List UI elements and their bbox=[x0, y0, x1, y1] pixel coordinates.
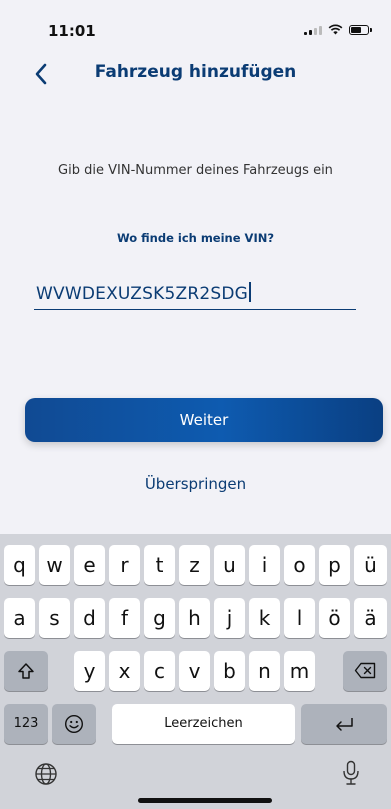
key-r[interactable]: r bbox=[109, 545, 140, 585]
return-key[interactable] bbox=[301, 704, 387, 744]
vin-input[interactable]: WVWDEXUZSK5ZR2SDG bbox=[34, 280, 356, 310]
key-j[interactable]: j bbox=[214, 598, 245, 638]
status-icons bbox=[304, 24, 372, 35]
key-x[interactable]: x bbox=[109, 651, 140, 691]
key-a[interactable]: a bbox=[4, 598, 35, 638]
numbers-key[interactable]: 123 bbox=[4, 704, 48, 744]
key-d[interactable]: d bbox=[74, 598, 105, 638]
delete-key[interactable] bbox=[343, 651, 387, 691]
key-h[interactable]: h bbox=[179, 598, 210, 638]
key-v[interactable]: v bbox=[179, 651, 210, 691]
microphone-icon[interactable] bbox=[342, 760, 360, 786]
key-l[interactable]: l bbox=[284, 598, 315, 638]
key-ue[interactable]: ü bbox=[354, 545, 387, 585]
key-y[interactable]: y bbox=[74, 651, 105, 691]
shift-key[interactable] bbox=[4, 651, 48, 691]
key-p[interactable]: p bbox=[319, 545, 350, 585]
key-n[interactable]: n bbox=[249, 651, 280, 691]
key-w[interactable]: w bbox=[39, 545, 70, 585]
key-z[interactable]: z bbox=[179, 545, 210, 585]
vin-instruction: Gib die VIN-Nummer deines Fahrzeugs ein bbox=[58, 163, 333, 178]
key-g[interactable]: g bbox=[144, 598, 175, 638]
key-u[interactable]: u bbox=[214, 545, 245, 585]
continue-button-label: Weiter bbox=[179, 411, 229, 429]
key-oe[interactable]: ö bbox=[319, 598, 350, 638]
key-k[interactable]: k bbox=[249, 598, 280, 638]
backspace-icon bbox=[354, 662, 376, 679]
return-icon bbox=[336, 718, 353, 731]
page-title: Fahrzeug hinzufügen bbox=[94, 62, 297, 82]
key-m[interactable]: m bbox=[284, 651, 315, 691]
text-caret bbox=[249, 282, 251, 302]
key-i[interactable]: i bbox=[249, 545, 280, 585]
key-ae[interactable]: ä bbox=[354, 598, 387, 638]
emoji-key[interactable] bbox=[52, 704, 96, 744]
continue-button[interactable]: Weiter bbox=[25, 398, 383, 442]
emoji-icon bbox=[64, 714, 84, 734]
key-t[interactable]: t bbox=[144, 545, 175, 585]
nav-bar: Fahrzeug hinzufügen bbox=[0, 56, 391, 90]
vin-help-link[interactable]: Wo finde ich meine VIN? bbox=[0, 231, 391, 245]
wifi-icon bbox=[328, 24, 343, 35]
key-c[interactable]: c bbox=[144, 651, 175, 691]
key-q[interactable]: q bbox=[4, 545, 35, 585]
battery-icon bbox=[349, 24, 372, 35]
globe-icon[interactable] bbox=[34, 762, 58, 786]
key-o[interactable]: o bbox=[284, 545, 315, 585]
keyboard: q w e r t z u i o p ü a s d f g h j k l … bbox=[0, 534, 391, 809]
signal-icon bbox=[304, 25, 322, 35]
shift-icon bbox=[18, 663, 34, 679]
key-s[interactable]: s bbox=[39, 598, 70, 638]
status-bar: 11:01 bbox=[0, 0, 391, 44]
skip-button[interactable]: Überspringen bbox=[0, 475, 391, 493]
home-indicator[interactable] bbox=[138, 798, 272, 803]
space-key[interactable]: Leerzeichen bbox=[112, 704, 295, 744]
vin-input-value: WVWDEXUZSK5ZR2SDG bbox=[36, 282, 251, 304]
key-f[interactable]: f bbox=[109, 598, 140, 638]
key-b[interactable]: b bbox=[214, 651, 245, 691]
status-time: 11:01 bbox=[48, 22, 96, 40]
key-e[interactable]: e bbox=[74, 545, 105, 585]
